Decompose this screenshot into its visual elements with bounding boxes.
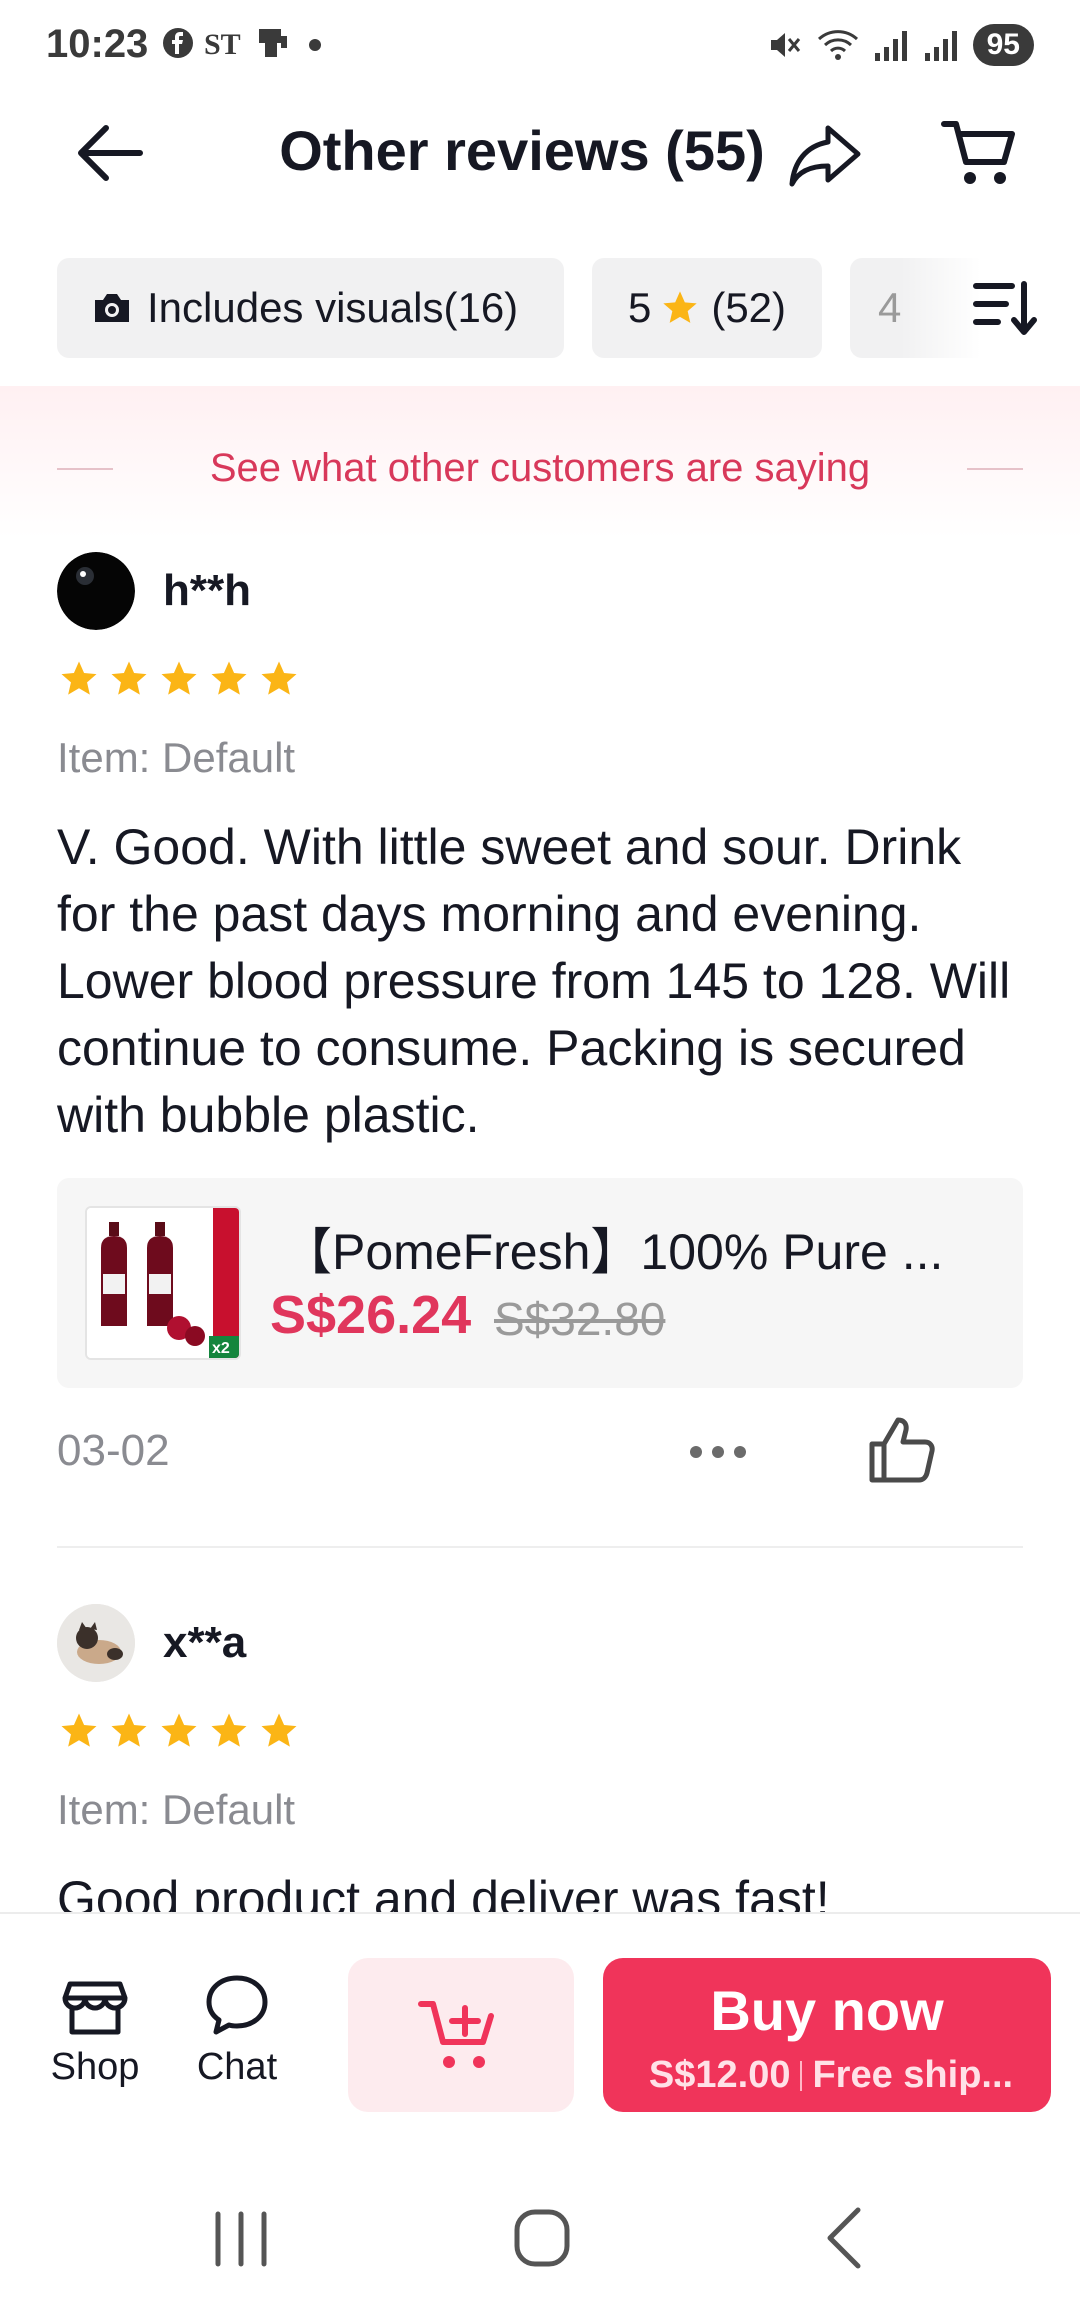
product-card[interactable]: x2 【PomeFresh】100% Pure ... S$26.24 S$32… [57, 1178, 1023, 1388]
product-title: 【PomeFresh】100% Pure ... [282, 1224, 944, 1280]
review-date: 03-02 [57, 1426, 170, 1475]
thumbs-up-icon [869, 1417, 935, 1483]
camera-icon [95, 294, 129, 322]
avatar[interactable] [57, 1604, 135, 1682]
system-nav-bar [0, 2138, 1080, 2316]
buy-now-price: S$12.00 [648, 2054, 791, 2096]
chat-button[interactable]: Chat [182, 1974, 292, 2089]
wifi-icon [817, 30, 858, 60]
rating-stars [57, 658, 301, 700]
filter-5-stars[interactable]: 5 (52) [592, 258, 822, 358]
bottom-action-bar: Shop Chat Buy now S$12.00 Free ship... [0, 1912, 1080, 2138]
mute-icon [770, 33, 800, 57]
star-icon [111, 1713, 147, 1747]
buy-now-button[interactable]: Buy now S$12.00 Free ship... [603, 1958, 1051, 2112]
share-icon [789, 125, 861, 187]
banner-divider-right [967, 468, 1023, 470]
buy-now-shipping: Free ship... [812, 2054, 1014, 2096]
product-image: x2 [87, 1208, 239, 1358]
review-text: Good product and deliver was fast! [57, 1871, 830, 1914]
star-icon [61, 661, 97, 695]
shop-button[interactable]: Shop [40, 1974, 150, 2089]
star-icon [61, 1713, 97, 1747]
product-price: S$26.24 [270, 1285, 472, 1345]
buy-now-subtitle: S$12.00 Free ship... [631, 2054, 1031, 2097]
filter-5-rating: 5 [627, 284, 652, 331]
review-divider [57, 1546, 1023, 1548]
star-icon [211, 1713, 247, 1747]
phone-icon [259, 29, 287, 57]
share-button[interactable] [788, 120, 864, 190]
star-icon [261, 1713, 297, 1747]
product-thumbnail: x2 [85, 1206, 241, 1360]
product-image-badge: x2 [212, 1340, 230, 1357]
reviewer-name: h**h [163, 566, 251, 615]
svg-text:ST: ST [204, 28, 241, 59]
filter-5-count: (52) [711, 284, 787, 331]
back-chevron-icon [827, 2207, 861, 2269]
status-bar: 10:23 ST 95 [0, 0, 1080, 96]
recent-apps-icon [215, 2211, 267, 2267]
sort-button[interactable] [972, 276, 1038, 340]
avatar-image [57, 1604, 135, 1682]
signal-icon [924, 31, 957, 61]
buy-now-label: Buy now [710, 1979, 944, 2042]
battery-level: 95 [972, 24, 1034, 66]
header: Other reviews (55) [0, 96, 1080, 212]
notification-dot-icon [309, 39, 321, 51]
like-button[interactable] [866, 1412, 940, 1486]
page-title: Other reviews (55) [279, 119, 765, 182]
cart-button[interactable] [940, 116, 1020, 190]
st-icon: ST [204, 28, 241, 59]
more-options-button[interactable] [686, 1430, 750, 1474]
add-to-cart-button[interactable] [348, 1958, 574, 2112]
system-back-button[interactable] [800, 2198, 890, 2278]
sort-icon [973, 281, 1037, 335]
star-icon [161, 661, 197, 695]
star-icon [111, 661, 147, 695]
filter-includes-visuals-label: Includes visuals(16) [147, 284, 519, 331]
rating-stars [57, 1710, 301, 1752]
banner-text: See what other customers are saying [209, 446, 871, 490]
chat-icon [206, 1975, 268, 2035]
status-left-icons: ST [162, 26, 330, 60]
star-icon [663, 291, 697, 323]
status-time: 10:23 [46, 22, 149, 66]
filter-includes-visuals[interactable]: Includes visuals(16) [57, 258, 564, 358]
star-icon [211, 661, 247, 695]
more-dots-icon [690, 1446, 746, 1458]
buy-now-separator [800, 2061, 803, 2091]
facebook-icon [163, 28, 193, 58]
shop-label: Shop [50, 2046, 140, 2088]
star-icon [161, 1713, 197, 1747]
review-text: V. Good. With little sweet and sour. Dri… [57, 819, 1011, 1143]
home-button[interactable] [497, 2198, 587, 2278]
product-original-price: S$32.80 [494, 1293, 666, 1345]
filter-chips: Includes visuals(16) 5 (52) 4 [0, 258, 1080, 358]
item-variant: Item: Default [57, 1786, 296, 1833]
star-icon [261, 661, 297, 695]
cart-icon [941, 121, 1015, 184]
reviewer-name: x**a [163, 1618, 247, 1667]
add-to-cart-icon [418, 2001, 494, 2068]
filter-4-rating: 4 [878, 284, 902, 331]
recent-apps-button[interactable] [196, 2198, 286, 2278]
shop-icon [62, 1981, 128, 2035]
avatar[interactable] [57, 552, 135, 630]
chat-label: Chat [196, 2046, 278, 2088]
review-card: x**a Item: Default Good product and deli… [57, 1604, 1023, 1914]
home-icon [514, 2209, 570, 2267]
avatar-image [57, 552, 135, 630]
item-variant: Item: Default [57, 734, 296, 781]
signal-icon [874, 31, 907, 61]
reviews-banner: See what other customers are saying [0, 386, 1080, 538]
status-right-icons: 95 [767, 24, 1034, 66]
